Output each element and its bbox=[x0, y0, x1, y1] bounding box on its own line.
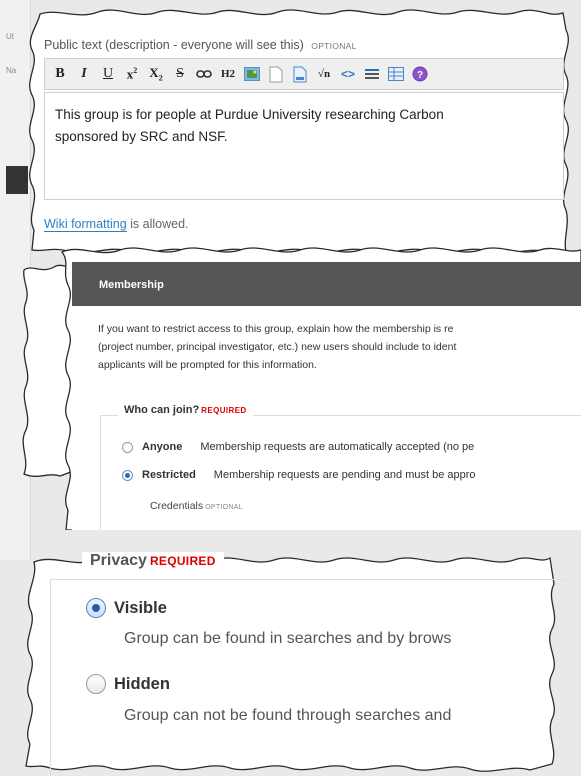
membership-title: Membership bbox=[99, 279, 164, 291]
wiki-editor-toolbar: B I U x2 X2 S H2 √n <> ? bbox=[44, 58, 564, 90]
math-button[interactable]: √n bbox=[313, 63, 335, 85]
subscript-button[interactable]: X2 bbox=[145, 63, 167, 85]
document-icon[interactable] bbox=[289, 63, 311, 85]
link-icon[interactable] bbox=[193, 63, 215, 85]
privacy-legend: Privacy REQUIRED bbox=[82, 552, 224, 570]
bold-button[interactable]: B bbox=[49, 63, 71, 85]
wiki-formatting-link[interactable]: Wiki formatting bbox=[44, 217, 127, 232]
privacy-visible-description: Group can be found in searches and by br… bbox=[124, 630, 452, 647]
heading-button[interactable]: H2 bbox=[217, 63, 239, 85]
membership-header: Membership bbox=[72, 262, 581, 306]
list-icon[interactable] bbox=[361, 63, 383, 85]
privacy-snippet: Privacy REQUIRED Visible Group can be fou… bbox=[20, 544, 566, 776]
help-icon[interactable]: ? bbox=[409, 63, 431, 85]
required-tag: REQUIRED bbox=[201, 406, 247, 415]
credentials-label: Credentials OPTIONAL bbox=[150, 500, 243, 512]
radio-anyone[interactable] bbox=[122, 441, 133, 453]
join-option-restricted[interactable]: Restricted Membership requests are pendi… bbox=[122, 469, 476, 481]
radio-restricted[interactable] bbox=[122, 469, 133, 481]
textarea-line-2: sponsored by SRC and NSF. bbox=[55, 129, 228, 144]
privacy-option-hidden[interactable]: Hidden bbox=[86, 674, 170, 694]
privacy-title: Privacy bbox=[90, 552, 147, 569]
radio-hidden[interactable] bbox=[86, 674, 106, 694]
membership-snippet: Membership If you want to restrict acces… bbox=[20, 240, 581, 530]
italic-button[interactable]: I bbox=[73, 63, 95, 85]
table-icon[interactable] bbox=[385, 63, 407, 85]
wiki-formatting-note: Wiki formatting is allowed. bbox=[44, 217, 189, 232]
privacy-panel: Privacy REQUIRED Visible Group can be fou… bbox=[20, 544, 566, 776]
membership-panel: Membership If you want to restrict acces… bbox=[72, 262, 581, 530]
optional-tag: OPTIONAL bbox=[311, 41, 357, 51]
privacy-option-visible[interactable]: Visible bbox=[86, 598, 167, 618]
join-option-anyone[interactable]: Anyone Membership requests are automatic… bbox=[122, 441, 474, 453]
image-icon[interactable] bbox=[241, 63, 263, 85]
textarea-line-1: This group is for people at Purdue Unive… bbox=[55, 107, 444, 122]
required-tag: REQUIRED bbox=[149, 554, 216, 568]
underline-button[interactable]: U bbox=[97, 63, 119, 85]
membership-description: If you want to restrict access to this g… bbox=[98, 323, 457, 371]
radio-visible[interactable] bbox=[86, 598, 106, 618]
public-text-textarea[interactable]: This group is for people at Purdue Unive… bbox=[44, 92, 564, 200]
who-can-join-legend: Who can join? REQUIRED bbox=[118, 404, 253, 416]
strikethrough-button[interactable]: S bbox=[169, 63, 191, 85]
superscript-button[interactable]: x2 bbox=[121, 63, 143, 85]
public-text-label: Public text (description - everyone will… bbox=[44, 38, 304, 52]
svg-text:?: ? bbox=[417, 70, 423, 81]
public-text-snippet: Public text (description - everyone will… bbox=[18, 0, 581, 258]
file-icon[interactable] bbox=[265, 63, 287, 85]
privacy-hidden-description: Group can not be found through searches … bbox=[124, 707, 452, 724]
code-icon[interactable]: <> bbox=[337, 63, 359, 85]
